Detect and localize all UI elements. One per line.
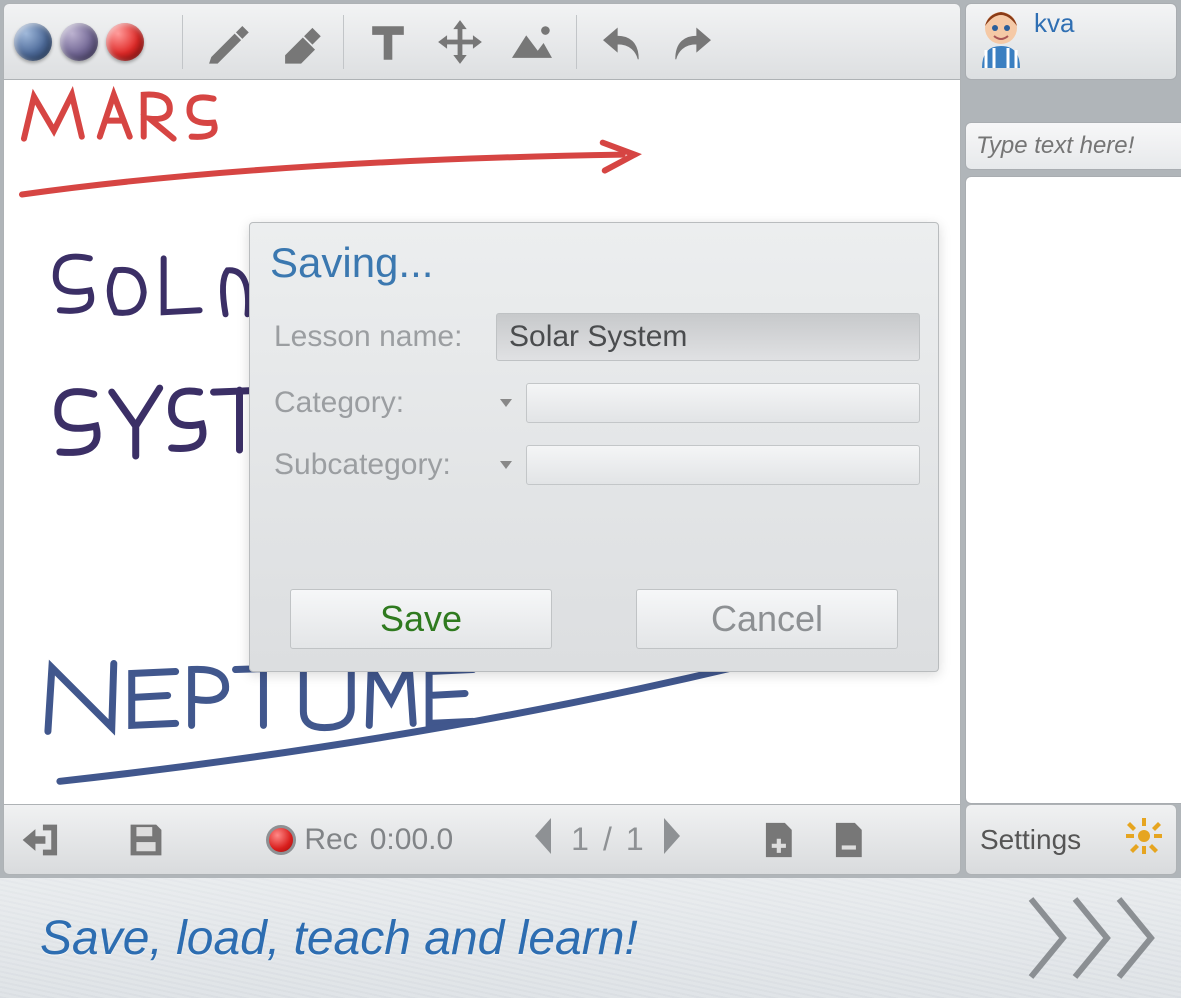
- page-minus-icon: [828, 820, 868, 860]
- color-red[interactable]: [106, 23, 144, 61]
- chevron-down-icon: [499, 396, 513, 410]
- chevron-right-icon: [1113, 893, 1157, 983]
- chevron-down-icon: [499, 458, 513, 472]
- footer-banner: Save, load, teach and learn!: [0, 878, 1181, 998]
- chevron-left-icon: [529, 816, 557, 856]
- floppy-icon: [126, 820, 166, 860]
- record-button[interactable]: Rec 0:00.0: [266, 823, 453, 857]
- next-page-button[interactable]: [658, 816, 686, 864]
- pencil-tool[interactable]: [195, 12, 259, 72]
- eraser-tool[interactable]: [267, 12, 331, 72]
- text-tool[interactable]: [356, 12, 420, 72]
- move-icon: [437, 19, 483, 65]
- text-icon: [365, 19, 411, 65]
- save-dialog: Saving... Lesson name: Category: Subcate…: [249, 222, 939, 672]
- image-tool[interactable]: [500, 12, 564, 72]
- eraser-icon: [276, 19, 322, 65]
- pager: 1 / 1: [529, 816, 685, 864]
- undo-icon: [598, 19, 644, 65]
- record-time: 0:00.0: [370, 823, 453, 857]
- record-icon: [266, 825, 296, 855]
- exit-icon: [20, 820, 60, 860]
- chevron-right-icon: [1069, 893, 1113, 983]
- username: kva: [1034, 8, 1074, 39]
- subcategory-label: Subcategory:: [268, 448, 496, 482]
- add-page-button[interactable]: [752, 814, 804, 866]
- chevron-right-icon: [658, 816, 686, 856]
- undo-button[interactable]: [589, 12, 653, 72]
- whiteboard-canvas[interactable]: Saving... Lesson name: Category: Subcate…: [3, 80, 961, 804]
- lesson-name-label: Lesson name:: [268, 320, 496, 354]
- dialog-title: Saving...: [270, 239, 920, 287]
- remove-page-button[interactable]: [822, 814, 874, 866]
- exit-button[interactable]: [14, 814, 66, 866]
- prev-page-button[interactable]: [529, 816, 557, 864]
- bottom-toolbar: Rec 0:00.0 1 / 1: [3, 804, 961, 875]
- subcategory-dropdown-trigger[interactable]: [496, 455, 516, 475]
- save-file-button[interactable]: [120, 814, 172, 866]
- user-card[interactable]: kva: [965, 3, 1177, 80]
- pencil-icon: [204, 19, 250, 65]
- page-current: 1: [571, 821, 589, 858]
- chat-log[interactable]: [965, 176, 1181, 804]
- move-tool[interactable]: [428, 12, 492, 72]
- cancel-button[interactable]: Cancel: [636, 589, 898, 649]
- category-select[interactable]: [526, 383, 920, 423]
- page-total: 1: [626, 821, 644, 858]
- gear-icon: [1126, 818, 1162, 861]
- redo-icon: [670, 19, 716, 65]
- chevron-right-icon: [1025, 893, 1069, 983]
- category-dropdown-trigger[interactable]: [496, 393, 516, 413]
- settings-button[interactable]: Settings: [965, 804, 1177, 875]
- chat-input[interactable]: [965, 122, 1181, 170]
- footer-tagline: Save, load, teach and learn!: [40, 911, 638, 966]
- color-blue[interactable]: [14, 23, 52, 61]
- lesson-name-input[interactable]: [496, 313, 920, 361]
- page-sep: /: [603, 821, 612, 858]
- subcategory-select[interactable]: [526, 445, 920, 485]
- redo-button[interactable]: [661, 12, 725, 72]
- record-label: Rec: [304, 823, 357, 857]
- color-purple[interactable]: [60, 23, 98, 61]
- settings-label: Settings: [980, 824, 1081, 856]
- avatar: [974, 8, 1028, 68]
- category-label: Category:: [268, 386, 496, 420]
- save-button[interactable]: Save: [290, 589, 552, 649]
- image-icon: [509, 19, 555, 65]
- main-toolbar: [3, 3, 961, 80]
- footer-next-button[interactable]: [1025, 893, 1157, 983]
- page-plus-icon: [758, 820, 798, 860]
